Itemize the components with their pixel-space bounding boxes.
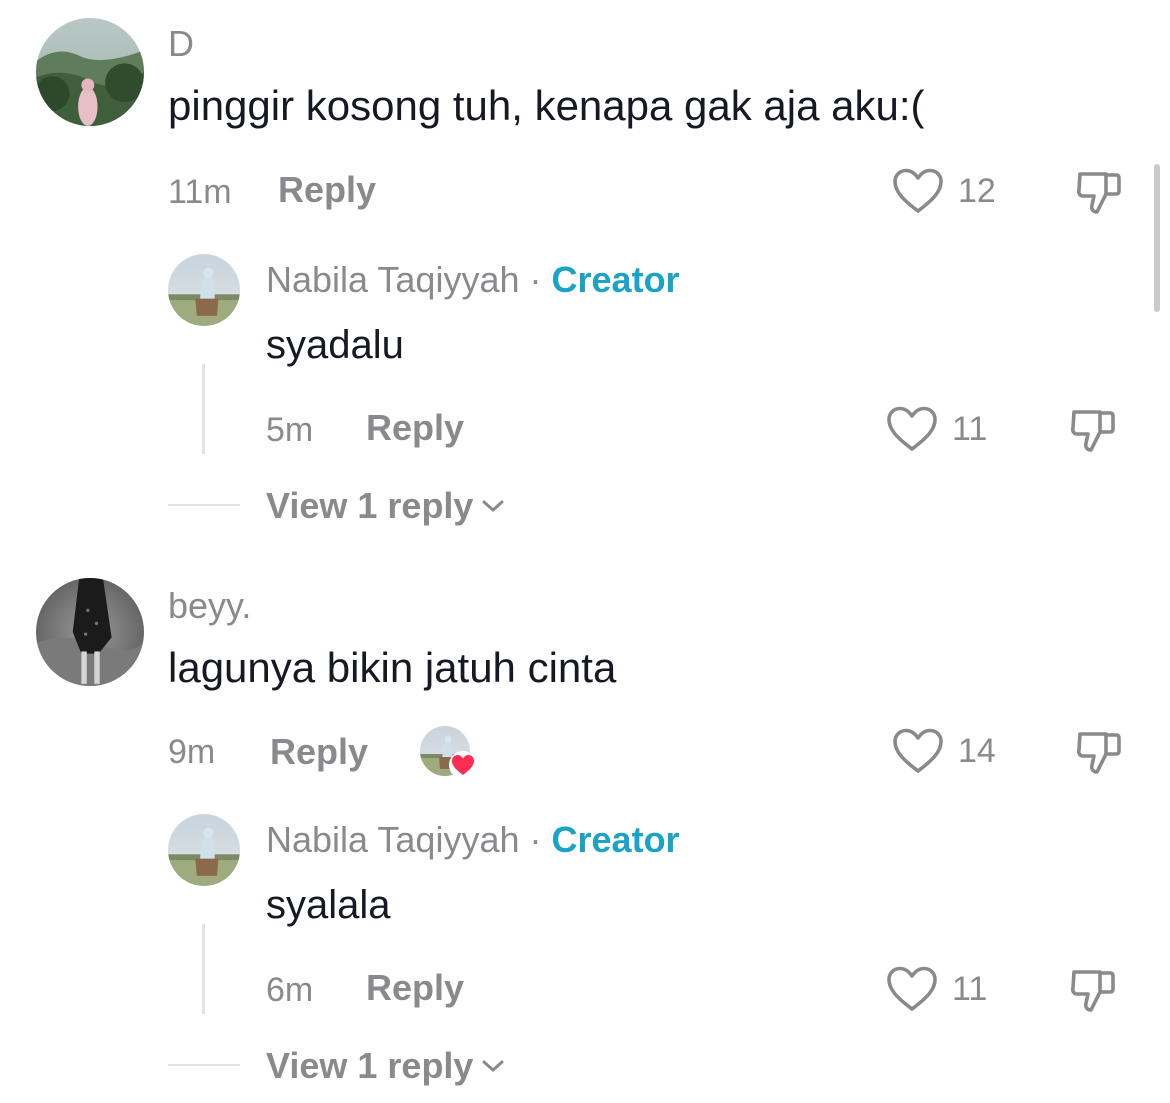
view-replies-button[interactable]: View 1 reply xyxy=(266,486,505,526)
username-separator: · xyxy=(529,259,542,300)
reply-button[interactable]: Reply xyxy=(278,170,376,210)
reply-text: syadalu xyxy=(266,323,404,367)
thumbs-down-icon xyxy=(1076,172,1121,214)
view-replies-button[interactable]: View 1 reply xyxy=(266,1046,505,1086)
dislike-button[interactable] xyxy=(1066,964,1118,1016)
comment-username[interactable]: D xyxy=(168,24,194,64)
thumbs-down-icon xyxy=(1070,970,1115,1012)
chevron-down-icon xyxy=(482,500,504,512)
view-replies-divider xyxy=(168,1064,240,1066)
reply-button[interactable]: Reply xyxy=(366,408,464,448)
like-count: 11 xyxy=(952,970,988,1008)
dislike-button[interactable] xyxy=(1072,726,1124,778)
reply-username-row: Nabila Taqiyyah · Creator xyxy=(266,820,680,860)
dislike-button[interactable] xyxy=(1066,404,1118,456)
reply-text: syalala xyxy=(266,883,391,927)
avatar-image xyxy=(168,254,240,326)
like-count: 14 xyxy=(958,732,996,770)
creator-liked-indicator xyxy=(420,726,477,779)
avatar[interactable] xyxy=(168,254,240,326)
comment-timestamp: 9m xyxy=(168,733,216,771)
reply-username-row: Nabila Taqiyyah · Creator xyxy=(266,260,680,300)
reply-username[interactable]: Nabila Taqiyyah xyxy=(266,259,520,300)
heart-icon xyxy=(449,751,477,779)
comment-text: lagunya bikin jatuh cinta xyxy=(168,644,617,691)
reply-timestamp: 6m xyxy=(266,971,314,1009)
creator-badge: Creator xyxy=(551,819,680,860)
username-separator: · xyxy=(529,819,542,860)
heart-icon xyxy=(887,406,937,451)
thumbs-down-icon xyxy=(1070,410,1115,452)
avatar[interactable] xyxy=(36,578,144,686)
reply-button[interactable]: Reply xyxy=(366,968,464,1008)
like-button[interactable]: 12 xyxy=(892,166,996,216)
dislike-button[interactable] xyxy=(1072,166,1124,218)
creator-badge: Creator xyxy=(551,259,680,300)
view-replies-divider xyxy=(168,504,240,506)
heart-icon xyxy=(893,728,943,773)
avatar-image xyxy=(168,814,240,886)
reply-username[interactable]: Nabila Taqiyyah xyxy=(266,819,520,860)
comment-username[interactable]: beyy. xyxy=(168,586,251,626)
chevron-down-icon xyxy=(482,1060,504,1072)
avatar[interactable] xyxy=(168,814,240,886)
comment-text: pinggir kosong tuh, kenapa gak aja aku:( xyxy=(168,82,925,129)
heart-icon xyxy=(893,168,943,213)
avatar-image xyxy=(36,578,144,686)
thumbs-down-icon xyxy=(1076,732,1121,774)
view-replies-label: View 1 reply xyxy=(266,485,474,526)
avatar[interactable] xyxy=(36,18,144,126)
like-button[interactable]: 14 xyxy=(892,726,996,776)
like-button[interactable]: 11 xyxy=(886,404,987,454)
heart-icon xyxy=(887,966,937,1011)
avatar-image xyxy=(36,18,144,126)
like-count: 12 xyxy=(958,172,996,210)
reply-timestamp: 5m xyxy=(266,411,314,449)
thread-line xyxy=(202,364,205,454)
comment-timestamp: 11m xyxy=(168,173,232,211)
scrollbar[interactable] xyxy=(1154,164,1160,312)
like-button[interactable]: 11 xyxy=(886,964,987,1014)
reply-button[interactable]: Reply xyxy=(270,732,368,772)
view-replies-label: View 1 reply xyxy=(266,1045,474,1086)
thread-line xyxy=(202,924,205,1014)
like-count: 11 xyxy=(952,410,988,448)
